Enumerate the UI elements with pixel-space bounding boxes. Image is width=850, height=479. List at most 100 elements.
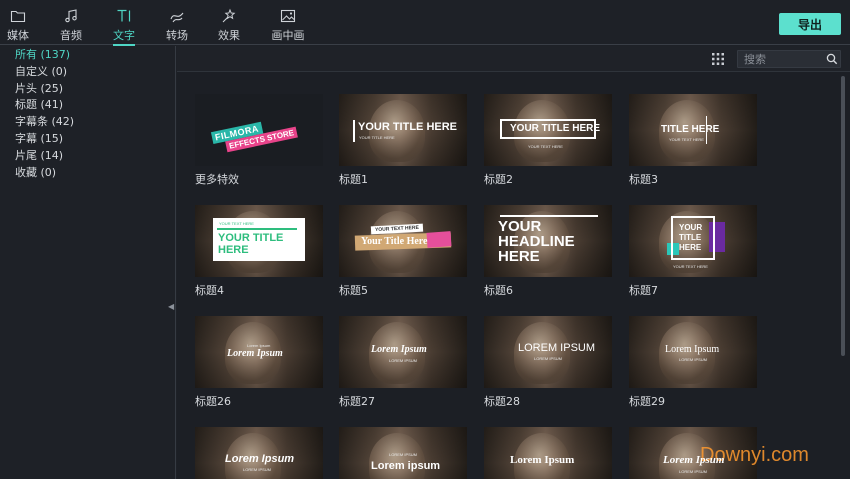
preview-title: Lorem Ipsum [665,344,720,355]
category-all[interactable]: 所有 (137) [0,47,175,64]
card-label: 标题3 [629,173,658,186]
scrollbar-thumb[interactable] [841,76,845,356]
title-card-1[interactable]: YOUR TITLE HERE YOUR TITLE HERE 标题1 [339,94,467,187]
preview-subtitle: LOREM IPSUM [679,357,708,362]
card-thumbnail: Lorem Ipsum LOREM IPSUM [629,316,757,388]
library-scrollbar[interactable] [840,76,846,476]
title-card-27[interactable]: Lorem Ipsum LOREM IPSUM 标题27 [339,316,467,409]
filmora-text-library: 媒体 音频 文字 转场 效果 画中画 导出 所有 (137) 自定义 (0) 片… [0,0,850,479]
tab-audio[interactable]: 音频 [56,0,86,45]
title-card-28[interactable]: LOREM IPSUM LOREM IPSUM 标题28 [484,316,612,409]
title-card-29[interactable]: Lorem Ipsum LOREM IPSUM 标题29 [629,316,757,409]
tab-effects-label: 效果 [218,29,240,42]
library-toolbar [177,46,850,72]
preview-title: YOUR TITLE HERE [358,121,458,133]
store-banner: FILMORA EFFECTS STORE [209,110,314,164]
tab-media-label: 媒体 [7,29,29,42]
title-card-2[interactable]: YOUR TITLE HERE YOUR TEXT HERE 标题2 [484,94,612,187]
card-label: 标题4 [195,284,224,297]
card-thumbnail: YOUR TEXT HERE Your Title Here [339,205,467,277]
title-card-3[interactable]: TITLE HERE YOUR TEXT HERE 标题3 [629,94,757,187]
card-thumbnail: YOUR HEADLINE HERE [484,205,612,277]
card-label: 标题7 [629,284,658,297]
preview-title-line-2: TITLE [679,233,702,242]
category-lower-thirds[interactable]: 字幕条 (42) [0,114,175,131]
preview-title: Lorem Ipsum [663,454,725,466]
title-card-4[interactable]: YOUR TEXT HERE YOUR TITLE HERE 标题4 [195,205,323,298]
title-card-26[interactable]: Lorem Ipsum Lorem Ipsum 标题26 [195,316,323,409]
card-label: 标题28 [484,395,520,408]
card-label: 标题2 [484,173,513,186]
search-icon[interactable] [826,53,838,65]
title-card-5[interactable]: YOUR TEXT HERE Your Title Here 标题5 [339,205,467,298]
card-thumbnail: LOREM IPSUM Lorem ipsum [339,427,467,479]
title-card-31[interactable]: LOREM IPSUM Lorem ipsum [339,427,467,479]
tab-effects[interactable]: 效果 [214,0,244,45]
preview-title-line-1: YOUR [679,223,703,232]
preview-title-line-1: YOUR TITLE [218,232,284,244]
search-input[interactable] [744,51,822,67]
category-sidebar: 所有 (137) 自定义 (0) 片头 (25) 标题 (41) 字幕条 (42… [0,46,176,479]
card-thumbnail: FILMORA EFFECTS STORE [195,94,323,166]
tab-media[interactable]: 媒体 [3,0,33,45]
preview-title: Lorem Ipsum [227,348,283,359]
category-favorites[interactable]: 收藏 (0) [0,165,175,182]
grid-view-icon[interactable] [712,53,724,65]
picture-icon [280,8,296,24]
title-ribbon-accent [426,231,452,248]
title-accent-line [217,228,297,230]
preview-headline-line-3: HERE [498,248,540,265]
preview-title: Lorem ipsum [371,460,441,472]
export-button[interactable]: 导出 [779,13,841,35]
preview-subtitle: YOUR TEXT HERE [673,264,708,269]
card-thumbnail: Lorem Ipsum Lorem Ipsum [195,316,323,388]
card-label: 标题1 [339,173,368,186]
preview-subtitle: LOREM IPSUM [243,467,272,472]
preview-title: Your Title Here [361,236,428,247]
music-note-icon [63,8,79,24]
preview-title-line-3: HERE [679,243,702,252]
category-custom[interactable]: 自定义 (0) [0,64,175,81]
category-subtitles[interactable]: 字幕 (15) [0,131,175,148]
category-end-credits[interactable]: 片尾 (14) [0,148,175,165]
card-thumbnail: YOUR TITLE HERE YOUR TITLE HERE [339,94,467,166]
title-bar-accent [353,120,355,142]
collapse-sidebar-icon[interactable]: ◀ [168,302,174,312]
tab-pip[interactable]: 画中画 [268,0,308,45]
title-card-32[interactable]: Lorem Ipsum [484,427,612,479]
preview-subtitle: LOREM IPSUM [534,356,563,361]
text-icon [116,8,132,24]
card-thumbnail: Lorem Ipsum LOREM IPSUM [195,427,323,479]
folder-icon [10,8,26,24]
card-thumbnail: Lorem Ipsum LOREM IPSUM [339,316,467,388]
preview-subtitle: YOUR TEXT HERE [669,137,704,142]
card-label: 更多特效 [195,173,239,186]
tab-transition[interactable]: 转场 [162,0,192,45]
preview-title: Lorem Ipsum [225,453,295,465]
tab-pip-label: 画中画 [271,29,305,42]
card-label: 标题26 [195,395,231,408]
card-thumbnail: YOUR TITLE HERE YOUR TEXT HERE [629,205,757,277]
title-card-more-effects[interactable]: FILMORA EFFECTS STORE 更多特效 [195,94,323,187]
card-thumbnail: Lorem Ipsum [484,427,612,479]
card-thumbnail: YOUR TEXT HERE YOUR TITLE HERE [195,205,323,277]
category-titles[interactable]: 标题 (41) [0,97,175,114]
search-box [737,50,841,68]
tab-text[interactable]: 文字 [108,0,140,45]
card-label: 标题6 [484,284,513,297]
preview-subtitle: LOREM IPSUM [389,358,418,363]
title-library: FILMORA EFFECTS STORE 更多特效 YOUR TITLE HE… [177,46,850,479]
title-card-7[interactable]: YOUR TITLE HERE YOUR TEXT HERE 标题7 [629,205,757,298]
preview-subtitle: YOUR TITLE HERE [359,135,395,140]
preview-headline-line-1: YOUR [498,218,542,235]
preview-headline-line-2: HEADLINE [498,233,575,250]
title-card-6[interactable]: YOUR HEADLINE HERE 标题6 [484,205,612,298]
preview-kicker: LOREM IPSUM [389,452,418,457]
category-openers[interactable]: 片头 (25) [0,81,175,98]
card-label: 标题5 [339,284,368,297]
tab-audio-label: 音频 [60,29,82,42]
card-thumbnail: LOREM IPSUM LOREM IPSUM [484,316,612,388]
preview-title: TITLE HERE [661,124,720,135]
preview-kicker: YOUR TEXT HERE [219,221,254,226]
title-card-30[interactable]: Lorem Ipsum LOREM IPSUM [195,427,323,479]
